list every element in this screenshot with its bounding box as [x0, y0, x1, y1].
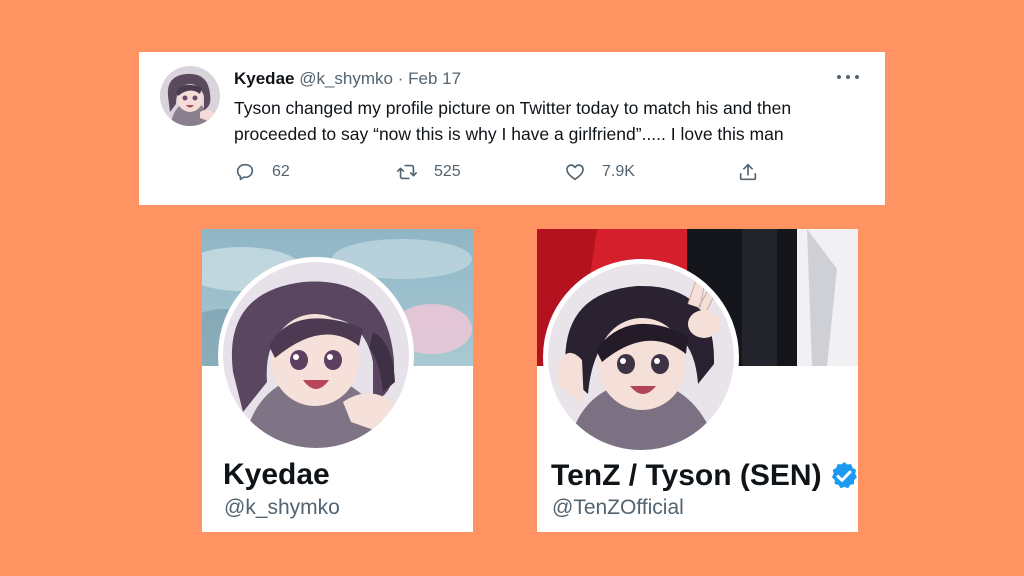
tweet-date[interactable]: Feb 17	[408, 69, 461, 88]
profile-card-kyedae[interactable]: Kyedae @k_shymko	[202, 229, 473, 532]
profile-display-name: Kyedae	[223, 458, 330, 491]
profile-handle: @k_shymko	[224, 496, 340, 519]
reply-icon	[236, 163, 254, 181]
tweet-actions: 62 525 7.9K	[234, 160, 764, 184]
more-icon[interactable]	[837, 66, 859, 88]
tweet-author-name[interactable]: Kyedae	[234, 69, 294, 88]
tweet-header: Kyedae @k_shymko · Feb 17	[234, 69, 461, 89]
profile-avatar[interactable]	[543, 259, 739, 455]
tweet-author-avatar[interactable]	[160, 66, 220, 126]
reply-count: 62	[272, 163, 290, 180]
anime-avatar-image	[223, 262, 409, 448]
like-count: 7.9K	[602, 163, 635, 180]
reply-button[interactable]: 62	[234, 160, 290, 184]
anime-avatar-image	[160, 66, 220, 126]
tweet-card[interactable]: Kyedae @k_shymko · Feb 17 Tyson changed …	[139, 52, 885, 205]
retweet-count: 525	[434, 163, 461, 180]
share-button[interactable]	[737, 160, 759, 184]
header-separator: ·	[397, 69, 404, 88]
retweet-button[interactable]: 525	[396, 160, 461, 184]
like-button[interactable]: 7.9K	[564, 160, 635, 184]
profile-display-name: TenZ / Tyson (SEN)	[551, 459, 858, 493]
verified-badge-icon	[831, 462, 857, 489]
profile-card-tenz[interactable]: TenZ / Tyson (SEN) @TenZOfficial	[537, 229, 858, 532]
heart-icon	[566, 164, 584, 181]
profile-avatar[interactable]	[218, 257, 414, 453]
anime-avatar-image	[548, 264, 734, 450]
retweet-icon	[397, 164, 417, 180]
share-icon	[739, 163, 757, 181]
tweet-author-handle[interactable]: @k_shymko	[299, 69, 393, 88]
tweet-text: Tyson changed my profile picture on Twit…	[234, 98, 792, 144]
profile-display-name-text: TenZ / Tyson (SEN)	[551, 459, 822, 492]
profile-handle: @TenZOfficial	[552, 496, 684, 519]
